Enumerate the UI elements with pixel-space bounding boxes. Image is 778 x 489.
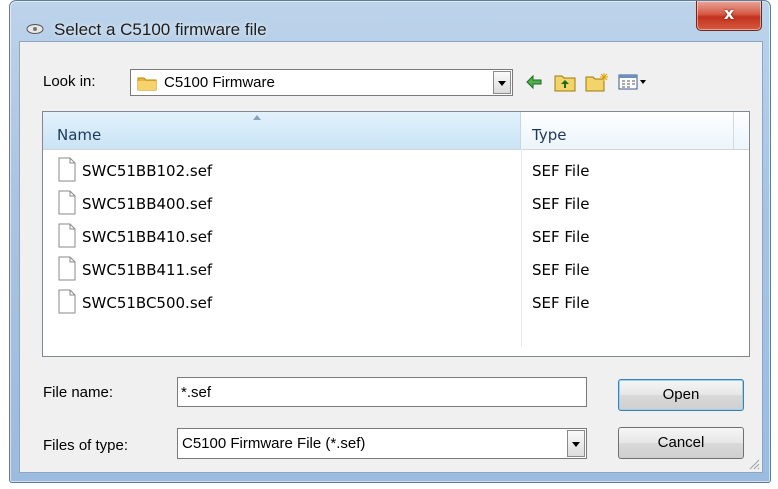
view-menu-icon[interactable]: [618, 72, 648, 92]
file-name-input[interactable]: [177, 377, 587, 407]
file-type: SEF File: [532, 195, 590, 213]
file-row[interactable]: SWC51BB411.sef: [57, 256, 517, 282]
file-icon: [58, 157, 76, 182]
close-icon: x: [723, 4, 735, 23]
file-row[interactable]: SWC51BC500.sef: [57, 289, 517, 315]
file-type: SEF File: [532, 228, 590, 246]
cancel-button[interactable]: Cancel: [618, 427, 744, 459]
open-button[interactable]: Open: [618, 379, 744, 411]
file-type: SEF File: [532, 162, 590, 180]
column-header-type[interactable]: Type: [522, 112, 734, 149]
file-name: SWC51BB411.sef: [82, 261, 213, 279]
file-name-label: File name:: [43, 384, 114, 401]
up-folder-icon[interactable]: [554, 72, 576, 92]
file-name: SWC51BB410.sef: [82, 228, 213, 246]
column-divider: [521, 149, 522, 347]
folder-icon: [137, 77, 157, 91]
file-row[interactable]: SWC51BB400.sef: [57, 190, 517, 216]
file-name: SWC51BB400.sef: [82, 195, 213, 213]
file-type: SEF File: [532, 261, 590, 279]
file-row[interactable]: SWC51BB410.sef: [57, 223, 517, 249]
look-in-dropdown[interactable]: C5100 Firmware: [130, 69, 513, 96]
file-type-dropdown-arrow[interactable]: [567, 430, 585, 457]
column-header-name[interactable]: Name: [43, 112, 521, 149]
file-name: SWC51BC500.sef: [82, 294, 213, 312]
file-type: SEF File: [532, 294, 590, 312]
back-icon[interactable]: [524, 72, 544, 92]
file-icon: [58, 190, 76, 215]
dialog-client-area: Look in: C5100 Firmware Name Type SWC51B…: [19, 41, 763, 473]
look-in-dropdown-arrow[interactable]: [493, 71, 511, 94]
file-list[interactable]: Name Type SWC51BB102.sef SEF File SWC51B…: [42, 111, 750, 357]
file-list-header: Name Type: [43, 112, 749, 150]
file-icon: [58, 289, 76, 314]
resize-grip-icon[interactable]: [748, 458, 760, 470]
new-folder-icon[interactable]: [585, 72, 609, 92]
sort-ascending-icon: [253, 115, 261, 120]
file-icon: [58, 256, 76, 281]
look-in-label: Look in:: [43, 73, 96, 90]
file-icon: [58, 223, 76, 248]
dialog-window: Select a C5100 firmware file x Look in: …: [9, 0, 771, 483]
close-button[interactable]: x: [696, 1, 762, 31]
column-header-type-label: Type: [532, 126, 567, 144]
title-bar[interactable]: Select a C5100 firmware file x: [10, 1, 770, 41]
window-title: Select a C5100 firmware file: [54, 20, 267, 39]
look-in-value: C5100 Firmware: [164, 74, 275, 91]
file-name: SWC51BB102.sef: [82, 162, 213, 180]
file-type-label: Files of type:: [43, 437, 129, 454]
file-type-dropdown[interactable]: C5100 Firmware File (*.sef): [177, 428, 587, 459]
file-row[interactable]: SWC51BB102.sef: [57, 157, 517, 183]
file-type-value: C5100 Firmware File (*.sef): [182, 435, 366, 452]
app-icon: [26, 24, 44, 34]
column-header-name-label: Name: [57, 126, 102, 144]
